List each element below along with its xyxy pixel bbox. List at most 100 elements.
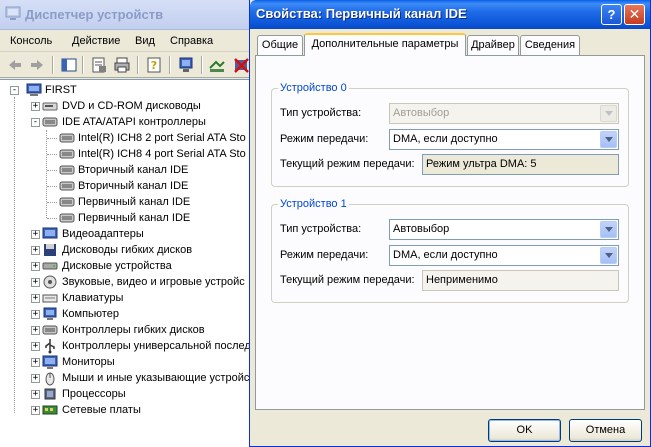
tree-line	[46, 130, 47, 218]
tree-expand-toggle[interactable]: +	[31, 278, 40, 287]
tree-line	[47, 154, 57, 155]
tree-child-label: Intel(R) ICH8 2 port Serial ATA Sto	[78, 132, 246, 144]
tree-collapse-toggle[interactable]: -	[10, 86, 19, 95]
tree-expand-toggle[interactable]: +	[31, 102, 40, 111]
help-icon: ?	[607, 7, 616, 22]
tree-expand-toggle[interactable]: +	[31, 326, 40, 335]
tree-expand-toggle[interactable]: +	[31, 342, 40, 351]
tree-child-label: Первичный канал IDE	[78, 212, 191, 224]
tab-advanced-settings[interactable]: Дополнительные параметры	[304, 33, 466, 56]
device-1-type-select[interactable]: Автовыбор	[389, 219, 619, 240]
tree-line	[47, 138, 57, 139]
device-1-mode-label: Режим передачи:	[280, 249, 369, 261]
tab-general[interactable]: Общие	[257, 35, 303, 55]
device-manager-titlebar[interactable]: Диспетчер устройств	[0, 0, 260, 30]
uninstall-icon[interactable]	[232, 56, 250, 74]
device-0-current-field: Режим ультра DMA: 5	[422, 154, 619, 175]
ide-controller-icon	[59, 165, 75, 175]
device-1-current-label: Текущий режим передачи:	[280, 274, 415, 286]
tree-line	[47, 218, 57, 219]
console-tree-icon[interactable]	[60, 56, 78, 74]
tree-item-label: Видеоадаптеры	[62, 228, 144, 240]
menu-console[interactable]: Консоль	[10, 35, 52, 47]
menu-action[interactable]: Действие	[72, 35, 120, 47]
ide-controller-icon	[59, 181, 75, 191]
tree-item-label: Клавиатуры	[62, 292, 124, 304]
device-0-mode-label: Режим передачи:	[280, 133, 369, 145]
device-0-legend: Устройство 0	[280, 82, 347, 94]
tree-child-label: Вторичный канал IDE	[78, 164, 189, 176]
floppy-drive-icon	[44, 244, 56, 256]
tree-item-label: Звуковые, видео и игровые устройс	[62, 276, 245, 288]
dvd-drive-icon	[42, 102, 58, 111]
tree-root-label: FIRST	[45, 84, 77, 96]
tree-line	[14, 97, 15, 413]
menubar: Консоль Действие Вид Справка	[0, 30, 260, 52]
update-driver-icon[interactable]	[208, 56, 226, 74]
properties-icon[interactable]	[90, 56, 108, 74]
close-button[interactable]: ✕	[624, 4, 645, 25]
back-icon[interactable]	[6, 56, 24, 74]
toolbar-separator	[52, 56, 54, 74]
tree-item-label: Процессоры	[62, 388, 126, 400]
menu-help[interactable]: Справка	[170, 35, 213, 47]
close-icon: ✕	[628, 6, 641, 22]
tree-expand-toggle[interactable]: +	[31, 406, 40, 415]
tree-expand-toggle[interactable]: +	[31, 230, 40, 239]
network-adapter-icon	[42, 405, 58, 415]
tree-expand-toggle[interactable]: +	[31, 374, 40, 383]
tree-item-label: IDE ATA/ATAPI контроллеры	[62, 116, 206, 128]
ide-controller-icon	[59, 149, 75, 159]
device-1-type-label: Тип устройства:	[280, 223, 362, 235]
computer-icon	[43, 307, 57, 320]
tree-expand-toggle[interactable]: +	[31, 310, 40, 319]
tree-item-label: DVD и CD-ROM дисководы	[62, 100, 201, 112]
tree-item-label: Контроллеры гибких дисков	[62, 324, 205, 336]
help-button[interactable]: ?	[601, 4, 622, 25]
ide-controller-icon	[59, 213, 75, 223]
device-tree[interactable]: - FIRST + DVD и CD-ROM дисководы - IDE A…	[0, 79, 250, 447]
scan-hardware-icon[interactable]	[177, 56, 195, 74]
device-1-mode-select[interactable]: DMA, если доступно	[389, 245, 619, 266]
tab-driver[interactable]: Драйвер	[467, 35, 519, 55]
device-1-mode-value: DMA, если доступно	[393, 249, 498, 261]
tree-item-label: Дисковые устройства	[62, 260, 172, 272]
tree-child-label: Первичный канал IDE	[78, 196, 191, 208]
tree-expand-toggle[interactable]: +	[31, 358, 40, 367]
toolbar: ?	[0, 52, 260, 78]
chevron-down-icon[interactable]	[600, 247, 617, 264]
processor-icon	[44, 388, 56, 400]
chevron-down-icon[interactable]	[600, 221, 617, 238]
device-1-current-field: Неприменимо	[422, 270, 619, 291]
tree-expand-toggle[interactable]: +	[31, 262, 40, 271]
tree-line	[47, 202, 57, 203]
chevron-down-icon[interactable]	[600, 131, 617, 148]
toolbar-separator	[82, 56, 84, 74]
menu-view[interactable]: Вид	[135, 35, 155, 47]
tree-item-label: Контроллеры универсальной послед	[62, 340, 250, 352]
tree-expand-toggle[interactable]: +	[31, 294, 40, 303]
device-0-mode-select[interactable]: DMA, если доступно	[389, 129, 619, 150]
ok-button[interactable]: OK	[488, 419, 561, 442]
ide-controller-icon	[59, 133, 75, 143]
device-0-type-label: Тип устройства:	[280, 107, 362, 119]
toolbar-separator	[201, 56, 203, 74]
chevron-down-icon	[600, 105, 617, 122]
ide-controller-icon	[59, 197, 75, 207]
forward-icon[interactable]	[28, 56, 46, 74]
floppy-controller-icon	[42, 325, 58, 335]
device-0-type-value: Автовыбор	[393, 107, 450, 119]
tree-expand-toggle[interactable]: +	[31, 246, 40, 255]
device-0-mode-value: DMA, если доступно	[393, 133, 498, 145]
display-adapter-icon	[42, 227, 58, 239]
tree-item-label: Компьютер	[62, 308, 119, 320]
help-icon[interactable]: ?	[145, 56, 163, 74]
properties-dialog: Свойства: Первичный канал IDE ? ✕ Общие …	[249, 0, 651, 447]
cancel-button[interactable]: Отмена	[569, 419, 642, 442]
print-icon[interactable]	[113, 56, 131, 74]
tree-collapse-toggle[interactable]: -	[31, 118, 40, 127]
dialog-titlebar[interactable]: Свойства: Первичный канал IDE ? ✕	[250, 0, 650, 29]
tree-expand-toggle[interactable]: +	[31, 390, 40, 399]
tab-details[interactable]: Сведения	[520, 35, 580, 55]
disk-drive-icon	[42, 262, 58, 270]
